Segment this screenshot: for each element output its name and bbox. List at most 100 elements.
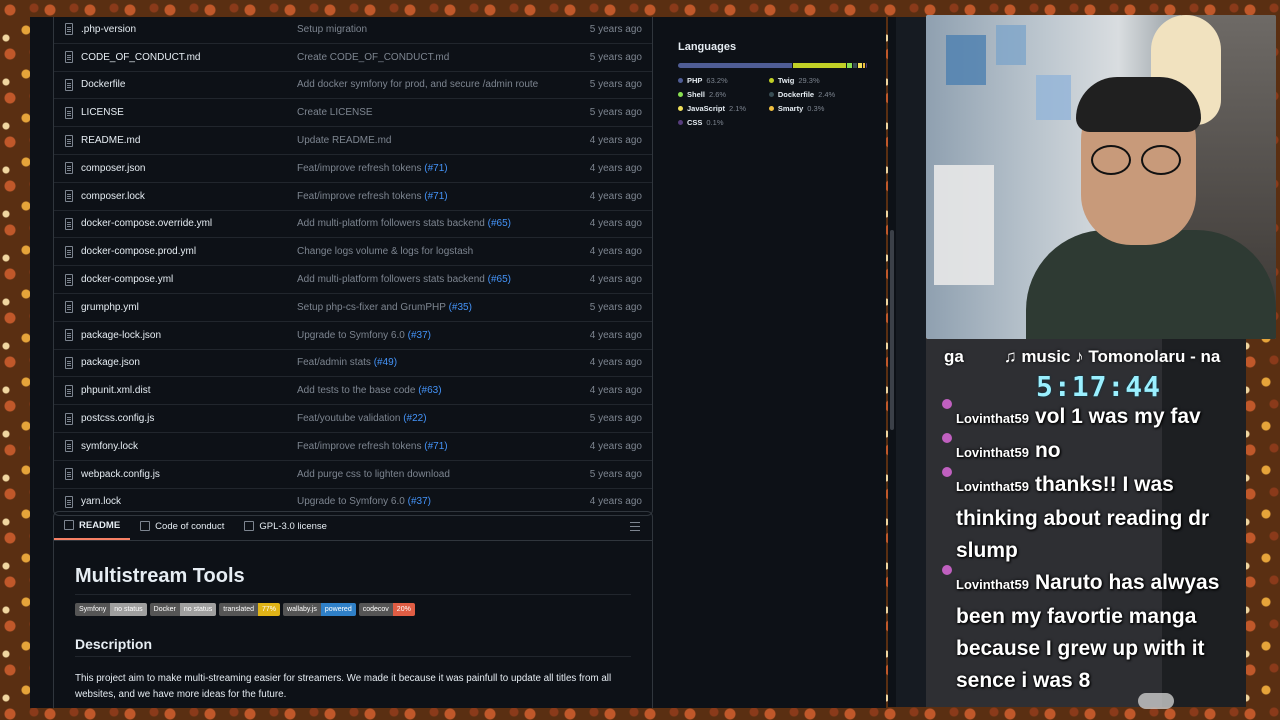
pr-link[interactable]: (#37) bbox=[408, 330, 431, 341]
language-item[interactable]: Dockerfile 2.4% bbox=[768, 90, 848, 99]
file-name[interactable]: postcss.config.js bbox=[81, 413, 297, 424]
file-name[interactable]: docker-compose.override.yml bbox=[81, 218, 297, 229]
commit-message[interactable]: Add purge css to lighten download bbox=[297, 469, 562, 480]
commit-message[interactable]: Feat/youtube validation (#22) bbox=[297, 413, 562, 424]
page-scrollbar[interactable] bbox=[888, 17, 896, 707]
file-name[interactable]: composer.lock bbox=[81, 191, 297, 202]
readme-badge[interactable]: wallaby.js powered bbox=[283, 603, 356, 616]
file-name[interactable]: README.md bbox=[81, 135, 297, 146]
commit-message-text[interactable]: Feat/improve refresh tokens bbox=[297, 441, 422, 452]
file-name[interactable]: package.json bbox=[81, 357, 297, 368]
scrollbar-thumb[interactable] bbox=[890, 230, 894, 430]
pr-link[interactable]: (#63) bbox=[418, 385, 441, 396]
commit-message[interactable]: Feat/improve refresh tokens (#71) bbox=[297, 191, 562, 202]
commit-message[interactable]: Setup php-cs-fixer and GrumPHP (#35) bbox=[297, 302, 562, 313]
commit-message-text[interactable]: Upgrade to Symfony 6.0 bbox=[297, 496, 405, 507]
pr-link[interactable]: (#22) bbox=[403, 413, 426, 424]
pr-link[interactable]: (#49) bbox=[374, 357, 397, 368]
commit-message-text[interactable]: Add docker symfony for prod, and secure … bbox=[297, 79, 538, 90]
file-name[interactable]: grumphp.yml bbox=[81, 302, 297, 313]
commit-message[interactable]: Add tests to the base code (#63) bbox=[297, 385, 562, 396]
language-item[interactable]: CSS 0.1% bbox=[678, 118, 759, 127]
commit-message-text[interactable]: Add multi-platform followers stats backe… bbox=[297, 218, 485, 229]
tab-readme[interactable]: README bbox=[54, 512, 131, 540]
file-row[interactable]: Dockerfile Add docker symfony for prod, … bbox=[54, 70, 652, 99]
pr-link[interactable]: (#37) bbox=[408, 496, 431, 507]
file-row[interactable]: CODE_OF_CONDUCT.md Create CODE_OF_CONDUC… bbox=[54, 42, 652, 71]
file-row[interactable]: composer.json Feat/improve refresh token… bbox=[54, 153, 652, 182]
file-name[interactable]: webpack.config.js bbox=[81, 469, 297, 480]
language-item[interactable]: Twig 29.3% bbox=[768, 76, 848, 85]
file-row[interactable]: package.json Feat/admin stats (#49) 4 ye… bbox=[54, 348, 652, 377]
commit-message[interactable]: Feat/admin stats (#49) bbox=[297, 357, 562, 368]
readme-badge[interactable]: translated 77% bbox=[219, 603, 281, 616]
file-name[interactable]: phpunit.xml.dist bbox=[81, 385, 297, 396]
language-item[interactable]: Shell 2.6% bbox=[678, 90, 759, 99]
file-row[interactable]: README.md Update README.md 4 years ago bbox=[54, 126, 652, 154]
commit-message-text[interactable]: Feat/admin stats bbox=[297, 357, 371, 368]
commit-message-text[interactable]: Create CODE_OF_CONDUCT.md bbox=[297, 52, 449, 63]
tab-code-of-conduct[interactable]: Code of conduct bbox=[130, 512, 234, 540]
pr-link[interactable]: (#71) bbox=[424, 163, 447, 174]
commit-message[interactable]: Add multi-platform followers stats backe… bbox=[297, 218, 562, 229]
file-name[interactable]: package-lock.json bbox=[81, 330, 297, 341]
file-row[interactable]: phpunit.xml.dist Add tests to the base c… bbox=[54, 376, 652, 404]
commit-message-text[interactable]: Update README.md bbox=[297, 135, 391, 146]
pr-link[interactable]: (#71) bbox=[424, 441, 447, 452]
commit-message-text[interactable]: Feat/youtube validation bbox=[297, 413, 400, 424]
commit-message-text[interactable]: Feat/improve refresh tokens bbox=[297, 191, 422, 202]
file-row[interactable]: LICENSE Create LICENSE 5 years ago bbox=[54, 98, 652, 126]
commit-message[interactable]: Upgrade to Symfony 6.0 (#37) bbox=[297, 496, 562, 507]
file-row[interactable]: postcss.config.js Feat/youtube validatio… bbox=[54, 404, 652, 432]
file-row[interactable]: docker-compose.override.yml Add multi-pl… bbox=[54, 209, 652, 238]
commit-message-text[interactable]: Add tests to the base code bbox=[297, 385, 415, 396]
file-name[interactable]: .php-version bbox=[81, 24, 297, 35]
file-row[interactable]: grumphp.yml Setup php-cs-fixer and GrumP… bbox=[54, 292, 652, 321]
language-item[interactable]: Smarty 0.3% bbox=[768, 104, 848, 113]
tab-license[interactable]: GPL-3.0 license bbox=[234, 512, 337, 540]
commit-message[interactable]: Feat/improve refresh tokens (#71) bbox=[297, 441, 562, 452]
file-row[interactable]: composer.lock Feat/improve refresh token… bbox=[54, 181, 652, 210]
readme-badge[interactable]: Docker no status bbox=[149, 603, 217, 616]
file-name[interactable]: docker-compose.yml bbox=[81, 274, 297, 285]
commit-message[interactable]: Add docker symfony for prod, and secure … bbox=[297, 79, 562, 90]
commit-message[interactable]: Change logs volume & logs for logstash bbox=[297, 246, 562, 257]
language-item[interactable]: PHP 63.2% bbox=[678, 76, 759, 85]
file-name[interactable]: LICENSE bbox=[81, 107, 297, 118]
commit-message-text[interactable]: Feat/improve refresh tokens bbox=[297, 163, 422, 174]
commit-message-text[interactable]: Change logs volume & logs for logstash bbox=[297, 246, 473, 257]
readme-badge[interactable]: codecov 20% bbox=[358, 603, 415, 616]
commit-message[interactable]: Create CODE_OF_CONDUCT.md bbox=[297, 52, 562, 63]
file-row[interactable]: webpack.config.js Add purge css to light… bbox=[54, 459, 652, 488]
file-name[interactable]: docker-compose.prod.yml bbox=[81, 246, 297, 257]
file-row[interactable]: docker-compose.prod.yml Change logs volu… bbox=[54, 237, 652, 265]
commit-message[interactable]: Update README.md bbox=[297, 135, 562, 146]
readme-badge[interactable]: Symfony no status bbox=[75, 603, 147, 616]
file-name[interactable]: symfony.lock bbox=[81, 441, 297, 452]
pr-link[interactable]: (#71) bbox=[424, 191, 447, 202]
file-row[interactable]: docker-compose.yml Add multi-platform fo… bbox=[54, 265, 652, 293]
pr-link[interactable]: (#35) bbox=[449, 302, 472, 313]
commit-message-text[interactable]: Create LICENSE bbox=[297, 107, 373, 118]
file-name[interactable]: yarn.lock bbox=[81, 496, 297, 507]
commit-message-text[interactable]: Upgrade to Symfony 6.0 bbox=[297, 330, 405, 341]
commit-message[interactable]: Upgrade to Symfony 6.0 (#37) bbox=[297, 330, 562, 341]
commit-message[interactable]: Feat/improve refresh tokens (#71) bbox=[297, 163, 562, 174]
commit-message-text[interactable]: Add purge css to lighten download bbox=[297, 469, 450, 480]
commit-message-text[interactable]: Setup php-cs-fixer and GrumPHP bbox=[297, 302, 446, 313]
outline-icon[interactable] bbox=[630, 522, 640, 531]
file-name[interactable]: Dockerfile bbox=[81, 79, 297, 90]
file-row[interactable]: package-lock.json Upgrade to Symfony 6.0… bbox=[54, 320, 652, 349]
language-item[interactable]: JavaScript 2.1% bbox=[678, 104, 759, 113]
file-name[interactable]: CODE_OF_CONDUCT.md bbox=[81, 52, 297, 63]
file-row[interactable]: symfony.lock Feat/improve refresh tokens… bbox=[54, 431, 652, 460]
file-row[interactable]: .php-version Setup migration 5 years ago bbox=[54, 17, 652, 43]
commit-message[interactable]: Create LICENSE bbox=[297, 107, 562, 118]
commit-message[interactable]: Add multi-platform followers stats backe… bbox=[297, 274, 562, 285]
pr-link[interactable]: (#65) bbox=[488, 218, 511, 229]
commit-message[interactable]: Setup migration bbox=[297, 24, 562, 35]
commit-message-text[interactable]: Setup migration bbox=[297, 24, 367, 35]
commit-message-text[interactable]: Add multi-platform followers stats backe… bbox=[297, 274, 485, 285]
pr-link[interactable]: (#65) bbox=[488, 274, 511, 285]
file-name[interactable]: composer.json bbox=[81, 163, 297, 174]
